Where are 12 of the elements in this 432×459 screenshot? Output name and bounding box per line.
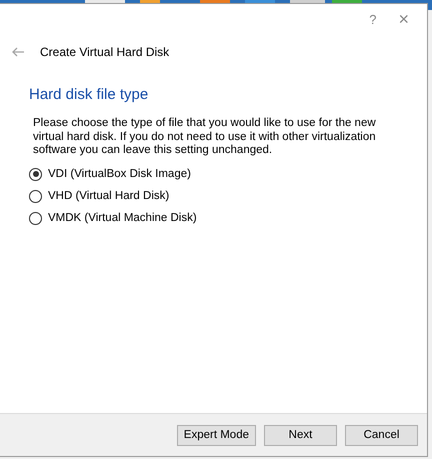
radio-button[interactable] bbox=[29, 212, 42, 224]
expert-mode-button[interactable]: Expert Mode bbox=[176, 424, 256, 446]
page-heading: Hard disk file type bbox=[29, 86, 150, 103]
window-title: Create Virtual Hard Disk bbox=[40, 45, 170, 59]
description-text: Please choose the type of file that you would like to use for the new virtual hard disk. If you do not need to use it with other virtualization software you can leave this setting unchanged. bbox=[33, 117, 377, 158]
radio-button[interactable] bbox=[29, 190, 42, 202]
radio-label[interactable]: VHD (Virtual Hard Disk) bbox=[48, 190, 170, 202]
cancel-button[interactable]: Cancel bbox=[345, 424, 418, 446]
radio-label[interactable]: VDI (VirtualBox Disk Image) bbox=[48, 168, 191, 180]
radio-button[interactable] bbox=[29, 168, 42, 180]
radio-label[interactable]: VMDK (Virtual Machine Disk) bbox=[48, 212, 197, 224]
next-button[interactable]: Next bbox=[264, 424, 337, 446]
